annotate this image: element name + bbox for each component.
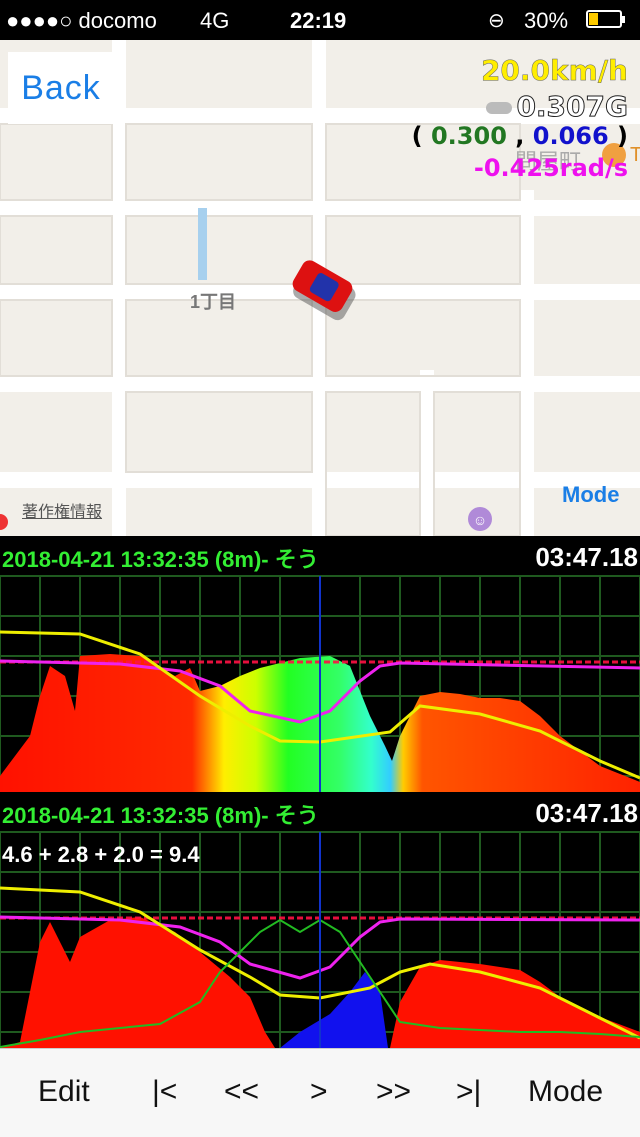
vector-open: (: [411, 122, 423, 150]
chart-1-title: 2018-04-21 13:32:35 (8m)- そう: [2, 547, 319, 572]
copyright-link[interactable]: 著作権情報: [22, 498, 102, 522]
svg-text:☺: ☺: [473, 512, 487, 528]
rotation-lock-icon: ⊖: [488, 10, 505, 32]
chart-panel-2[interactable]: 2018-04-21 13:32:35 (8m)- そう 03:47.18 4.…: [0, 792, 640, 1048]
river-line: [198, 208, 207, 280]
map-view[interactable]: ☺ Back 1丁目 問屋町 T 20.0km/h 0.307G ( 0.300…: [0, 40, 640, 536]
vector-sep: ,: [515, 122, 525, 150]
forward-button[interactable]: >>: [376, 1075, 411, 1109]
rewind-button[interactable]: <<: [224, 1075, 259, 1109]
clock: 22:19: [290, 8, 347, 33]
district-label: 1丁目: [190, 292, 237, 312]
network-label: 4G: [200, 8, 230, 33]
yaw-readout: -0.425rad/s: [473, 154, 628, 182]
chart-1-time: 03:47.18: [535, 542, 638, 572]
mode-button[interactable]: Mode: [528, 1075, 603, 1109]
battery-percent: 30%: [524, 8, 569, 33]
chart-1-svg: [0, 575, 640, 792]
last-button[interactable]: >|: [456, 1075, 481, 1109]
back-button[interactable]: Back: [8, 52, 114, 124]
first-button[interactable]: |<: [152, 1075, 177, 1109]
score-formula: 4.6 + 2.8 + 2.0 = 9.4: [2, 842, 200, 867]
vector-x: 0.300: [430, 122, 507, 150]
gforce-readout: 0.307G: [486, 90, 629, 124]
chart-panel-1[interactable]: 2018-04-21 13:32:35 (8m)- そう 03:47.18: [0, 536, 640, 792]
playback-toolbar: Edit |< << > >> >| Mode: [0, 1048, 640, 1137]
play-button[interactable]: >: [310, 1075, 328, 1109]
battery-icon: [586, 10, 625, 28]
chart-2-time: 03:47.18: [535, 798, 638, 828]
edge-poi-icon: [0, 514, 8, 530]
vector-y: 0.066: [532, 122, 609, 150]
edit-button[interactable]: Edit: [38, 1075, 90, 1109]
chart-2-title: 2018-04-21 13:32:35 (8m)- そう: [2, 803, 319, 828]
carrier-label: ●●●●○ docomo: [6, 8, 157, 33]
vector-readout: ( 0.300 , 0.066 ): [412, 122, 628, 150]
chart-2-svg: [0, 831, 640, 1048]
status-bar: ●●●●○ docomo 4G 22:19 ⊖ 30%: [0, 0, 640, 40]
gforce-value: 0.307G: [516, 90, 629, 124]
traffic-light-icon: [486, 102, 513, 114]
car-icon: [292, 260, 356, 321]
vector-close: ): [617, 122, 628, 150]
map-mode-button[interactable]: Mode: [562, 482, 619, 508]
place-label-partial: T: [630, 144, 640, 166]
speed-readout: 20.0km/h: [480, 54, 629, 88]
